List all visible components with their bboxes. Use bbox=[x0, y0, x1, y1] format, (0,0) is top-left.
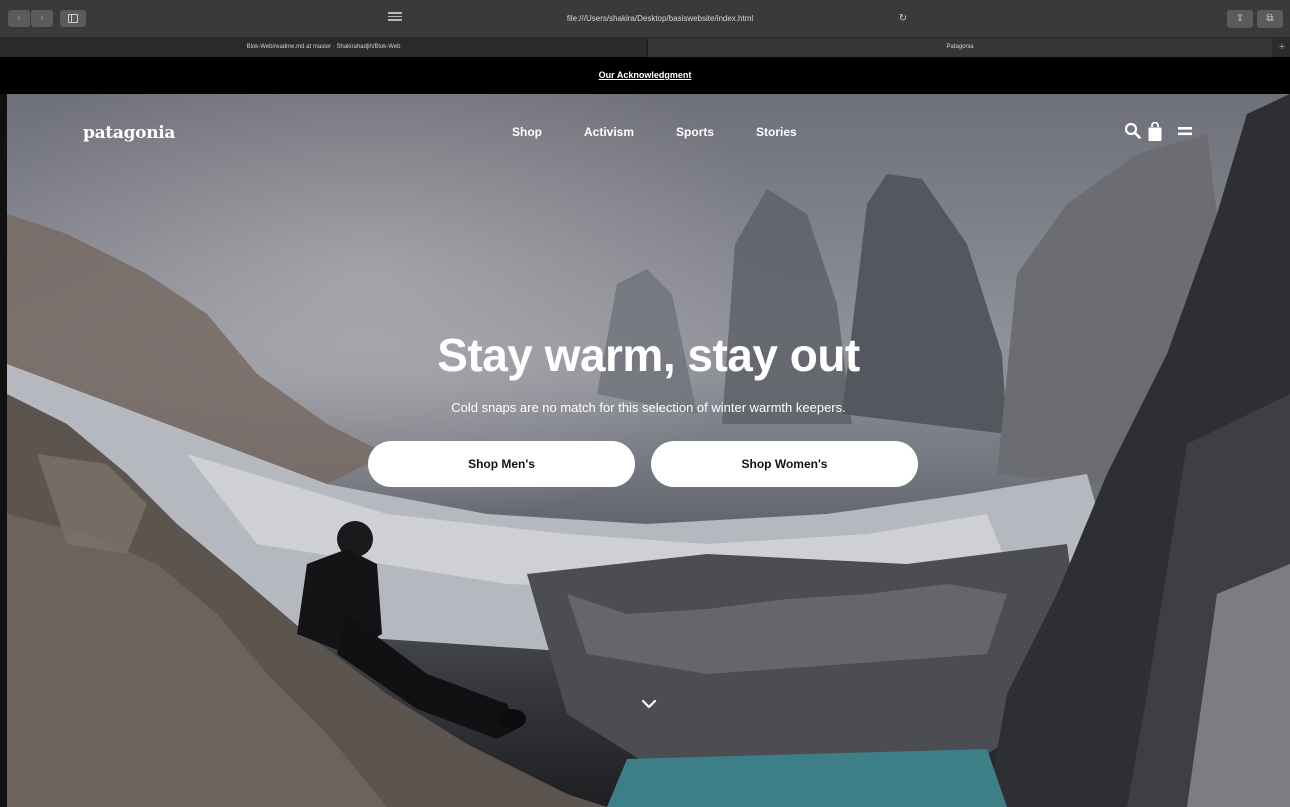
tab-patagonia[interactable]: Patagonia bbox=[648, 38, 1272, 57]
hero-title: Stay warm, stay out bbox=[437, 329, 860, 381]
sidebar-icon bbox=[68, 14, 78, 23]
hero-subtitle: Cold snaps are no match for this selecti… bbox=[451, 400, 846, 415]
tab-overview-button[interactable]: ⧉ bbox=[1257, 10, 1283, 28]
nav-stories[interactable]: Stories bbox=[756, 125, 797, 139]
new-tab-button[interactable]: + bbox=[1274, 38, 1290, 57]
nav-shop[interactable]: Shop bbox=[512, 125, 542, 139]
nav-sports[interactable]: Sports bbox=[676, 125, 714, 139]
reload-icon[interactable]: ↻ bbox=[894, 10, 912, 28]
shop-women-button[interactable]: Shop Women's bbox=[651, 441, 918, 487]
nav-activism[interactable]: Activism bbox=[584, 125, 634, 139]
back-button[interactable]: ‹ bbox=[8, 10, 30, 27]
patagonia-logo[interactable]: patagonia bbox=[83, 123, 175, 143]
history-buttons: ‹ › bbox=[8, 10, 54, 27]
browser-toolbar: ‹ › file:///Users/shakira/Desktop/basisw… bbox=[0, 0, 1290, 38]
share-button[interactable]: ⇪ bbox=[1227, 10, 1253, 28]
shopping-bag-icon[interactable] bbox=[1147, 122, 1163, 142]
tab-blok-web[interactable]: Blok-Web/readme.md at master · Shakiraha… bbox=[0, 38, 648, 57]
forward-button[interactable]: › bbox=[31, 10, 53, 27]
chevron-down-icon[interactable] bbox=[639, 694, 659, 714]
search-icon[interactable] bbox=[1124, 122, 1142, 140]
reader-icon[interactable] bbox=[388, 12, 402, 23]
acknowledgment-link[interactable]: Our Acknowledgment bbox=[599, 70, 692, 80]
hero-section: patagonia Shop Activism Sports Stories S… bbox=[7, 94, 1290, 807]
header-utility-icons bbox=[1124, 122, 1204, 142]
menu-icon[interactable] bbox=[1176, 122, 1194, 140]
shop-men-button[interactable]: Shop Men's bbox=[368, 441, 635, 487]
main-nav: Shop Activism Sports Stories bbox=[512, 125, 797, 139]
sidebar-toggle-button[interactable] bbox=[60, 10, 86, 27]
address-bar[interactable]: file:///Users/shakira/Desktop/basiswebsi… bbox=[410, 10, 910, 28]
acknowledgment-bar: Our Acknowledgment bbox=[0, 57, 1290, 94]
tab-bar: Blok-Web/readme.md at master · Shakiraha… bbox=[0, 38, 1290, 57]
